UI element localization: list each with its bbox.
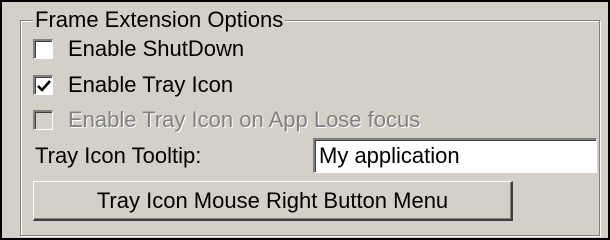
tray-icon-menu-button[interactable]: Tray Icon Mouse Right Button Menu	[33, 181, 513, 221]
checkmark-icon	[36, 79, 51, 92]
tray-icon-tooltip-input[interactable]	[313, 138, 597, 173]
enable-shutdown-checkbox-row[interactable]: Enable ShutDown	[33, 35, 244, 63]
enable-tray-icon-checkbox[interactable]	[33, 75, 53, 95]
enable-tray-icon-lose-focus-checkbox	[33, 110, 53, 130]
enable-shutdown-checkbox[interactable]	[33, 39, 53, 59]
enable-tray-icon-lose-focus-checkbox-row: Enable Tray Icon on App Lose focus	[33, 106, 420, 134]
group-title: Frame Extension Options	[33, 6, 286, 34]
enable-tray-icon-checkbox-row[interactable]: Enable Tray Icon	[33, 71, 233, 99]
enable-tray-icon-lose-focus-label: Enable Tray Icon on App Lose focus	[68, 107, 421, 132]
tray-icon-tooltip-label: Tray Icon Tooltip:	[35, 143, 202, 168]
enable-tray-icon-label[interactable]: Enable Tray Icon	[68, 71, 233, 99]
enable-shutdown-label[interactable]: Enable ShutDown	[68, 35, 244, 63]
